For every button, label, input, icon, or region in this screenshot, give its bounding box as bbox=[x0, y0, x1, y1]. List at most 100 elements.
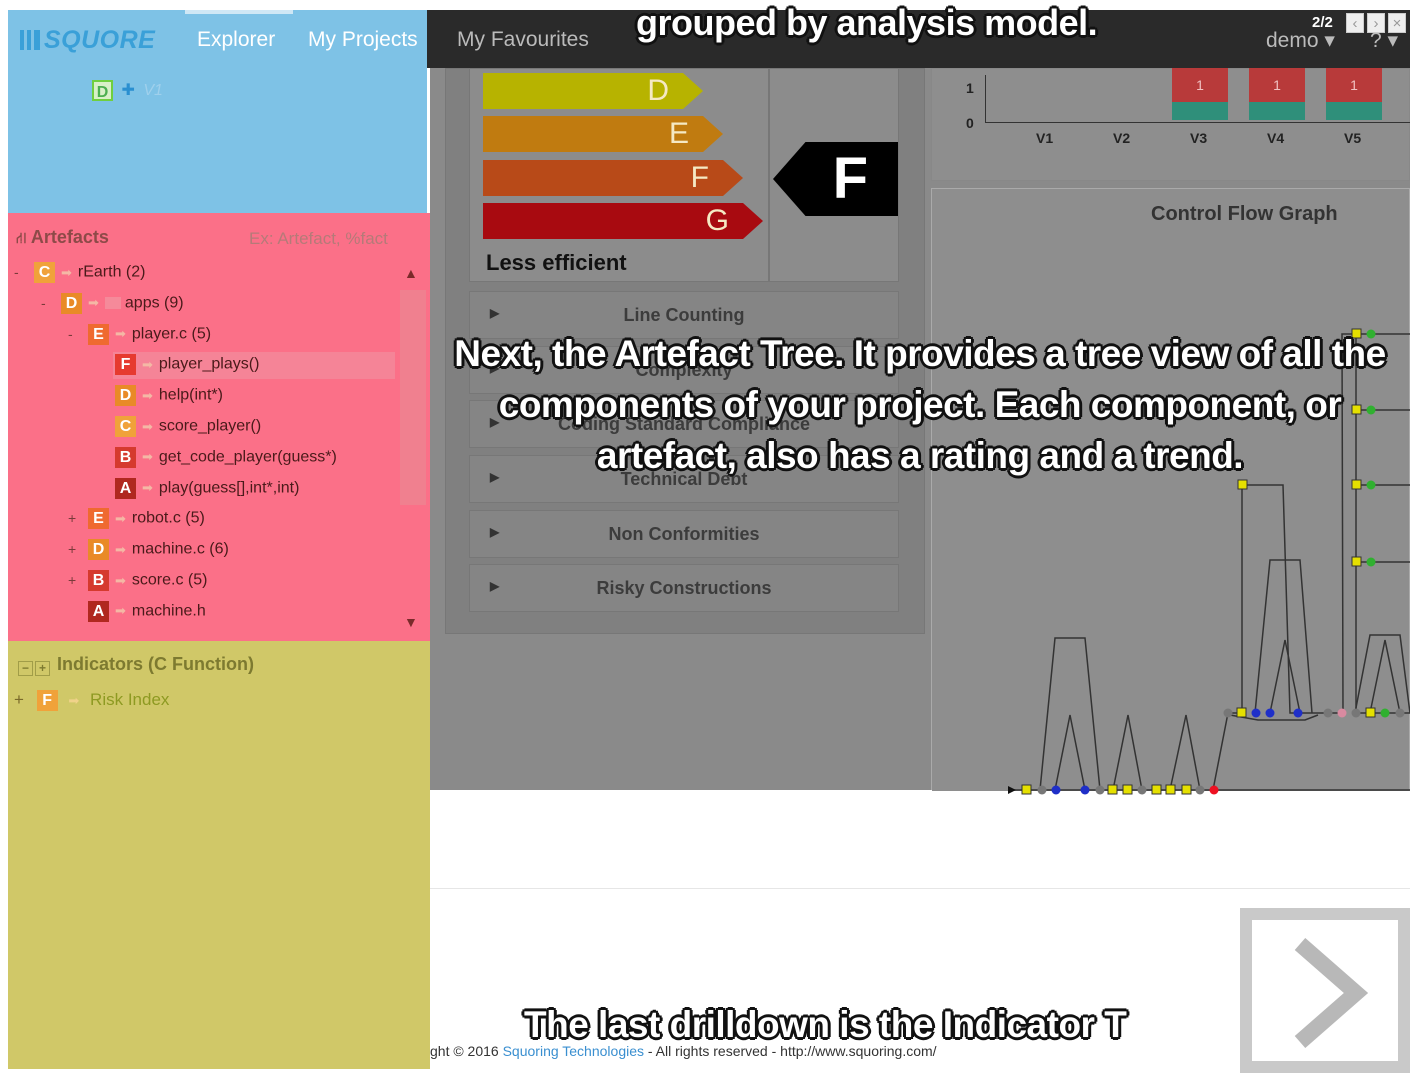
version-label: V1 bbox=[143, 82, 163, 99]
indicators-title: Indicators (C Function) bbox=[57, 654, 255, 674]
band-d: D bbox=[483, 73, 703, 109]
tree-item-label: robot.c (5) bbox=[131, 509, 205, 527]
version-row[interactable]: D ✚ V1 bbox=[92, 80, 163, 102]
footer-divider bbox=[430, 888, 1410, 889]
accordion-label: Non Conformities bbox=[608, 524, 760, 544]
scroll-down-icon[interactable]: ▼ bbox=[404, 614, 418, 630]
caption-top: grouped by analysis model. bbox=[636, 2, 1098, 43]
nav-my-projects[interactable]: My Projects bbox=[308, 28, 418, 52]
tree-row[interactable]: A ➡ machine.h bbox=[88, 600, 206, 622]
trend-arrow-icon: ➡ bbox=[142, 449, 153, 465]
bar-value-label: 1 bbox=[1249, 68, 1305, 102]
tour-prev-icon[interactable]: ‹ bbox=[1346, 13, 1364, 33]
rating-badge: D bbox=[88, 539, 109, 561]
expand-toggle[interactable]: + bbox=[68, 572, 76, 588]
user-name: demo bbox=[1266, 29, 1319, 52]
trend-arrow-icon: ➡ bbox=[142, 418, 153, 434]
trend-arrow-icon: ➡ bbox=[142, 480, 153, 496]
version-tree-panel: D ✚ V1 bbox=[8, 68, 427, 213]
copyright-text: ght © 2016 bbox=[430, 1043, 499, 1059]
accordion-label: Risky Constructions bbox=[596, 578, 772, 598]
expand-all-icon[interactable]: + bbox=[35, 661, 50, 676]
expand-toggle[interactable]: + bbox=[14, 690, 24, 709]
tree-item-label: machine.h bbox=[131, 602, 206, 620]
tree-icon: ⛙ bbox=[16, 230, 27, 247]
tree-item-label: player_plays() bbox=[158, 355, 260, 373]
tree-row[interactable]: F ➡ player_plays() bbox=[115, 354, 260, 376]
band-e: E bbox=[483, 116, 723, 152]
trend-arrow-icon: ➡ bbox=[115, 541, 126, 557]
tree-item-label: help(int*) bbox=[158, 386, 223, 404]
trend-bar: 1 bbox=[1172, 68, 1228, 120]
tree-row[interactable]: E ➡ player.c (5) bbox=[88, 323, 212, 345]
tour-pager: 2/2 bbox=[1312, 14, 1333, 31]
logo-text: SQUORE bbox=[44, 26, 156, 54]
tree-item-label: player.c (5) bbox=[131, 325, 212, 343]
tree-row[interactable]: E ➡ robot.c (5) bbox=[88, 508, 205, 530]
trend-arrow-icon: ➡ bbox=[61, 264, 72, 280]
rating-badge: B bbox=[115, 446, 136, 468]
indicator-row-risk-index[interactable]: + F ➡ Risk Index bbox=[14, 690, 169, 712]
rating-badge: A bbox=[115, 477, 136, 499]
tree-row[interactable]: C ➡ score_player() bbox=[115, 416, 261, 437]
rating-badge: C bbox=[115, 416, 136, 437]
tree-row[interactable]: D ➡ machine.c (6) bbox=[88, 539, 229, 561]
y-axis bbox=[985, 75, 986, 123]
tree-row[interactable]: B ➡ get_code_player(guess*) bbox=[115, 446, 337, 468]
rating-badge: E bbox=[88, 508, 109, 530]
tree-item-label: score.c (5) bbox=[131, 571, 208, 589]
artefact-filter-input[interactable]: Ex: Artefact, %fact bbox=[249, 229, 388, 249]
collapse-all-icon[interactable]: − bbox=[18, 661, 33, 676]
rating-badge: A bbox=[88, 600, 109, 622]
accordion-non-conformities[interactable]: ▶ Non Conformities bbox=[469, 510, 899, 558]
tree-scrollbar[interactable] bbox=[400, 290, 426, 505]
bar-value-label: 1 bbox=[1172, 68, 1228, 102]
tree-row[interactable]: A ➡ play(guess[],int*,int) bbox=[115, 477, 299, 499]
trend-arrow-icon: ➡ bbox=[115, 572, 126, 588]
bar-value-label: 1 bbox=[1326, 68, 1382, 102]
collapse-toggle[interactable]: - bbox=[14, 264, 19, 280]
rating-badge: D bbox=[92, 80, 113, 102]
bar-segment bbox=[1249, 102, 1305, 120]
tree-row[interactable]: B ➡ score.c (5) bbox=[88, 570, 207, 591]
chevron-right-icon bbox=[1294, 938, 1368, 1048]
bar-segment bbox=[1326, 102, 1382, 120]
accordion-label: Line Counting bbox=[623, 305, 745, 325]
y-tick-1: 1 bbox=[966, 80, 974, 96]
squore-logo[interactable]: SQUORE bbox=[20, 26, 155, 55]
nav-explorer[interactable]: Explorer bbox=[197, 28, 275, 52]
expand-toggle[interactable]: + bbox=[68, 510, 76, 526]
screen: SQUORE Explorer My Projects My Favourite… bbox=[0, 0, 1418, 1073]
rating-badge: F bbox=[115, 354, 136, 376]
efficiency-divider bbox=[768, 68, 770, 282]
x-tick-label: V4 bbox=[1267, 130, 1285, 146]
tree-item-label: apps (9) bbox=[124, 294, 184, 312]
tour-next-icon[interactable]: › bbox=[1367, 13, 1385, 33]
x-tick-label: V1 bbox=[1036, 130, 1054, 146]
tour-next-button[interactable] bbox=[1240, 908, 1410, 1073]
collapse-toggle[interactable]: - bbox=[41, 295, 46, 311]
x-tick-label: V5 bbox=[1344, 130, 1362, 146]
trend-bar: 1 bbox=[1249, 68, 1305, 120]
plus-icon: ✚ bbox=[121, 82, 135, 99]
x-tick-label: V2 bbox=[1113, 130, 1131, 146]
indicators-header: − + Indicators (C Function) bbox=[18, 654, 254, 676]
artefacts-header: ⛙ Artefacts bbox=[16, 227, 109, 249]
rating-badge: F bbox=[36, 690, 58, 712]
rating-badge: E bbox=[88, 323, 109, 345]
tree-row[interactable]: D ➡ apps (9) bbox=[61, 292, 184, 314]
nav-my-favourites[interactable]: My Favourites bbox=[457, 28, 589, 52]
caption-bottom: The last drilldown is the Indicator T bbox=[524, 1004, 1127, 1045]
bars-icon bbox=[20, 30, 40, 50]
tree-row[interactable]: C ➡ rEarth (2) bbox=[34, 262, 145, 283]
tour-close-icon[interactable]: × bbox=[1388, 13, 1406, 33]
tree-item-label: machine.c (6) bbox=[131, 540, 229, 558]
band-f: F bbox=[483, 160, 743, 196]
expand-toggle[interactable]: + bbox=[68, 541, 76, 557]
tree-row[interactable]: D ➡ help(int*) bbox=[115, 385, 223, 407]
collapse-toggle[interactable]: - bbox=[68, 326, 73, 342]
trend-arrow-icon: ➡ bbox=[68, 692, 80, 708]
scroll-up-icon[interactable]: ▲ bbox=[404, 265, 418, 281]
user-menu[interactable]: demo ▾ bbox=[1266, 28, 1335, 53]
accordion-risky-constructions[interactable]: ▶ Risky Constructions bbox=[469, 564, 899, 612]
